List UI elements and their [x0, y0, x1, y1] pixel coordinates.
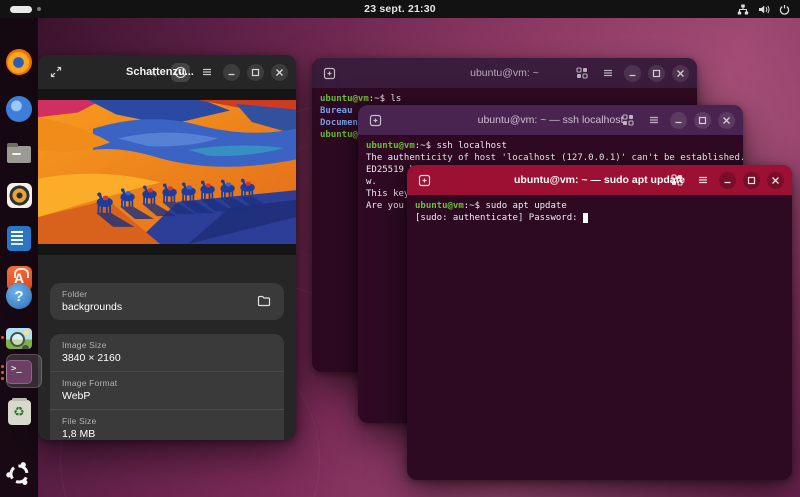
image-size-value: 3840 × 2160: [62, 352, 272, 364]
new-tab-button[interactable]: [415, 171, 434, 190]
libreoffice-writer-icon: [7, 226, 31, 251]
menu-icon[interactable]: [598, 64, 617, 83]
dock-item-image-viewer[interactable]: [5, 324, 33, 352]
thunderbird-icon: [6, 96, 32, 122]
viewer-titlebar[interactable]: Schattenzu...: [38, 55, 296, 89]
image-size-label: Image Size: [62, 340, 272, 350]
active-app-highlight: [6, 354, 42, 388]
dock-item-terminal[interactable]: >_: [5, 358, 33, 386]
dock-item-files[interactable]: [5, 138, 33, 166]
dock-item-thunderbird[interactable]: [5, 95, 33, 123]
new-tab-button[interactable]: [366, 111, 385, 130]
dock: A ? >_ ♻: [0, 18, 38, 497]
terminal2-titlebar[interactable]: ubuntu@vm: ~ — ssh localhost: [358, 105, 743, 135]
screen: ubuntu@vm: ~ ubuntu@vm:~$ lsBureauDocume…: [0, 0, 800, 497]
close-button[interactable]: [767, 172, 784, 189]
close-button[interactable]: [718, 112, 735, 129]
image-viewer-icon: [6, 328, 32, 349]
files-icon: [7, 146, 31, 163]
minimize-button[interactable]: [223, 64, 240, 81]
maximize-button[interactable]: [694, 112, 711, 129]
network-icon: [737, 4, 749, 15]
image-format-label: Image Format: [62, 378, 272, 388]
volume-icon: [758, 4, 770, 15]
power-icon: [779, 4, 790, 15]
dock-item-libreoffice-writer[interactable]: [5, 224, 33, 252]
dock-item-show-apps[interactable]: [5, 460, 33, 488]
dock-item-firefox[interactable]: [5, 48, 33, 76]
menu-icon[interactable]: [197, 63, 216, 82]
minimize-button[interactable]: [719, 172, 736, 189]
image-canvas[interactable]: [38, 89, 296, 255]
maximize-button[interactable]: [648, 65, 665, 82]
image-properties-button[interactable]: [171, 63, 190, 82]
folder-value: backgrounds: [62, 301, 272, 313]
close-button[interactable]: [271, 64, 288, 81]
trash-icon: ♻: [8, 400, 31, 425]
previous-image-icon[interactable]: [145, 63, 164, 82]
folder-label: Folder: [62, 289, 272, 299]
terminal-line: ubuntu@vm:~$ ls: [320, 93, 689, 105]
top-bar: 23 sept. 21:30: [0, 0, 800, 18]
dock-item-rhythmbox[interactable]: [5, 181, 33, 209]
tab-overview-icon[interactable]: [667, 171, 686, 190]
terminal3-output[interactable]: ubuntu@vm:~$ sudo apt update[sudo: authe…: [407, 195, 792, 480]
active-workspace-pill[interactable]: [10, 6, 32, 13]
maximize-button[interactable]: [247, 64, 264, 81]
image-viewer-window[interactable]: Schattenzu...: [38, 55, 296, 440]
running-indicator-dots: [1, 365, 4, 380]
terminal-line: ubuntu@vm:~$ ssh localhost: [366, 140, 735, 152]
image-format-value: WebP: [62, 390, 272, 402]
maximize-button[interactable]: [743, 172, 760, 189]
workspace-indicator[interactable]: [10, 6, 41, 13]
fullscreen-icon[interactable]: [46, 63, 65, 82]
camel-caravan-image: [38, 100, 296, 244]
file-size-value: 1,8 MB: [62, 428, 272, 440]
terminal-line: The authenticity of host 'localhost (127…: [366, 152, 735, 164]
workspace-dot[interactable]: [37, 7, 41, 11]
terminal1-titlebar[interactable]: ubuntu@vm: ~: [312, 58, 697, 88]
dock-item-help[interactable]: ?: [5, 282, 33, 310]
tab-overview-icon[interactable]: [618, 111, 637, 130]
clock[interactable]: 23 sept. 21:30: [364, 3, 436, 15]
folder-property-card[interactable]: Folder backgrounds: [50, 283, 284, 320]
terminal3-title: ubuntu@vm: ~ — sudo apt update: [514, 174, 685, 186]
minimize-button[interactable]: [670, 112, 687, 129]
tab-overview-icon[interactable]: [572, 64, 591, 83]
terminal-window-sudo[interactable]: ubuntu@vm: ~ — sudo apt update ubuntu@vm…: [407, 165, 792, 480]
terminal3-titlebar[interactable]: ubuntu@vm: ~ — sudo apt update: [407, 165, 792, 195]
firefox-icon: [6, 49, 32, 75]
open-folder-icon[interactable]: [257, 294, 272, 312]
terminal-line: ubuntu@vm:~$ sudo apt update: [415, 200, 784, 212]
terminal-cursor: [583, 213, 589, 223]
terminal2-title: ubuntu@vm: ~ — ssh localhost: [478, 114, 624, 126]
rhythmbox-icon: [7, 183, 32, 208]
menu-icon[interactable]: [644, 111, 663, 130]
system-tray[interactable]: [737, 4, 790, 15]
close-button[interactable]: [672, 65, 689, 82]
menu-icon[interactable]: [693, 171, 712, 190]
terminal1-title: ubuntu@vm: ~: [470, 67, 539, 79]
new-tab-button[interactable]: [320, 64, 339, 83]
minimize-button[interactable]: [624, 65, 641, 82]
help-icon: ?: [6, 283, 32, 309]
file-size-label: File Size: [62, 416, 272, 426]
image-properties-panel: Folder backgrounds Image Size 3840 × 216…: [38, 255, 296, 440]
image-details-card: Image Size 3840 × 2160 Image Format WebP…: [50, 334, 284, 440]
terminal-line: [sudo: authenticate] Password:: [415, 212, 784, 224]
ubuntu-logo-icon: [6, 461, 32, 487]
dock-item-trash[interactable]: ♻: [5, 398, 33, 426]
running-indicator-dot: [1, 336, 4, 339]
